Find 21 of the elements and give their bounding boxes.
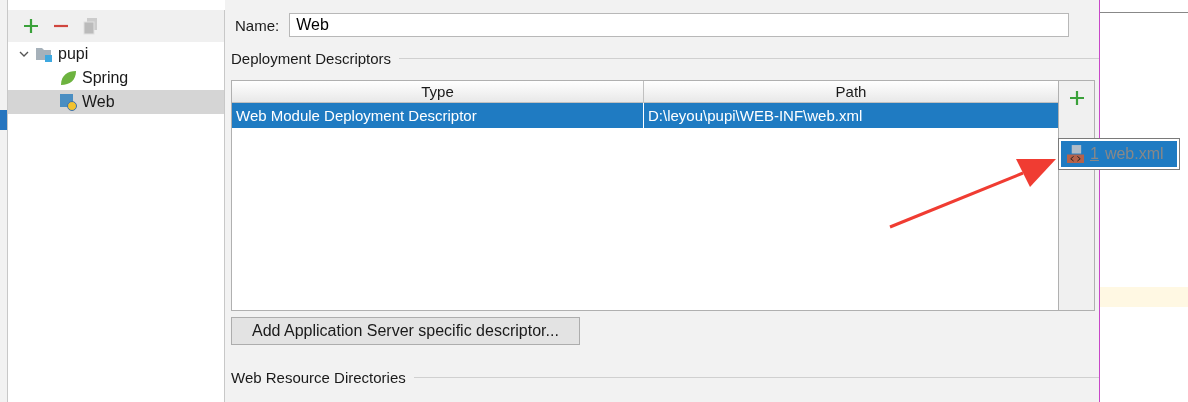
table-cell-text: D:\leyou\pupi\WEB-INF\web.xml bbox=[647, 106, 864, 126]
web-module-icon bbox=[59, 93, 77, 111]
column-header[interactable]: Type bbox=[232, 81, 644, 102]
section-title: Deployment Descriptors bbox=[231, 49, 392, 67]
xml-file-icon bbox=[1067, 144, 1084, 164]
add-icon[interactable] bbox=[22, 17, 40, 35]
tree-item[interactable]: Web bbox=[8, 90, 224, 114]
add-descriptor-button[interactable]: Add Application Server specific descriptor... bbox=[231, 317, 580, 345]
table-cell: Web Module Deployment Descriptor bbox=[232, 103, 644, 128]
copy-icon[interactable] bbox=[82, 17, 100, 35]
tree-item[interactable]: pupi bbox=[8, 42, 224, 66]
name-field[interactable]: Web bbox=[289, 13, 1070, 37]
selection-marker bbox=[0, 110, 7, 130]
leaf-icon bbox=[59, 69, 77, 87]
folder-icon bbox=[35, 45, 53, 63]
table-row[interactable]: Web Module Deployment Descriptor D:\leyou\pupi\WEB-INF\web.xml bbox=[232, 103, 1058, 128]
column-header[interactable]: Path bbox=[644, 81, 1058, 102]
section-title: Web Resource Directories bbox=[231, 368, 406, 386]
add-icon[interactable] bbox=[1067, 89, 1086, 107]
tree-item[interactable]: Spring bbox=[8, 66, 224, 90]
name-label: Name: bbox=[235, 16, 280, 34]
